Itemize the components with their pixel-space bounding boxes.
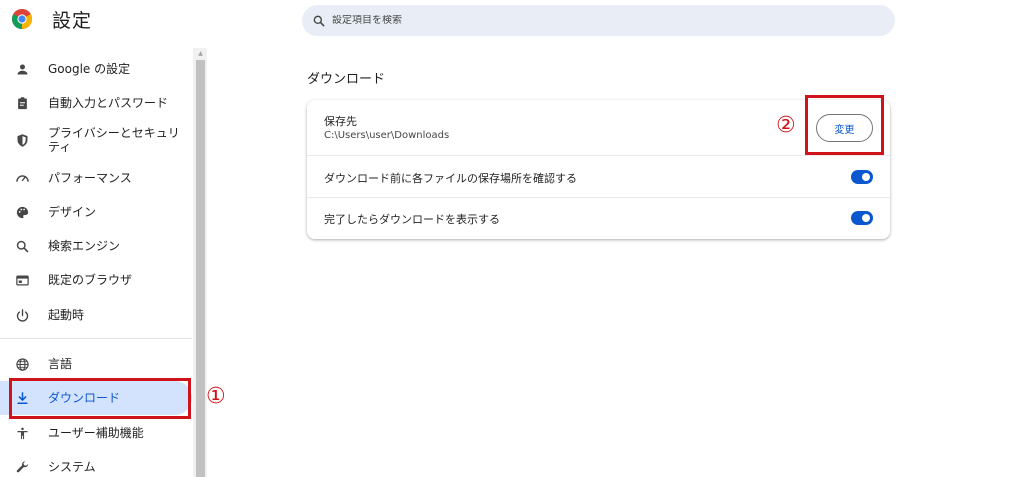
sidebar-item-performance[interactable]: パフォーマンス bbox=[0, 161, 192, 195]
annotation-marker-2: ② bbox=[776, 113, 796, 138]
sidebar-item-autofill[interactable]: 自動入力とパスワード bbox=[0, 86, 192, 120]
section-title: ダウンロード bbox=[307, 72, 386, 87]
annotation-marker-1: ① bbox=[206, 384, 226, 409]
search-bar[interactable] bbox=[302, 5, 895, 36]
toggle-knob bbox=[862, 173, 870, 181]
ask-location-label: ダウンロード前に各ファイルの保存場所を確認する bbox=[324, 172, 577, 185]
clipboard-icon bbox=[14, 95, 30, 111]
sidebar-item-label: 起動時 bbox=[48, 308, 85, 322]
download-location-row: 保存先 C:\Users\user\Downloads 変更 bbox=[307, 100, 890, 156]
annotation-box-downloads bbox=[9, 378, 191, 419]
sidebar-item-label: デザイン bbox=[48, 205, 97, 219]
shield-icon bbox=[14, 132, 30, 148]
scroll-up-arrow-icon[interactable]: ▲ bbox=[196, 48, 205, 58]
download-location-path: C:\Users\user\Downloads bbox=[324, 130, 450, 141]
palette-icon bbox=[14, 204, 30, 220]
sidebar-item-label: 自動入力とパスワード bbox=[48, 96, 169, 110]
person-icon bbox=[14, 61, 30, 77]
search-icon bbox=[313, 15, 325, 26]
sidebar-item-label: システム bbox=[48, 460, 96, 474]
sidebar-item-default-browser[interactable]: 既定のブラウザ bbox=[0, 263, 192, 297]
sidebar-item-search-engine[interactable]: 検索エンジン bbox=[0, 229, 192, 263]
globe-icon bbox=[14, 356, 30, 372]
chrome-logo-icon bbox=[12, 9, 32, 29]
show-downloads-label: 完了したらダウンロードを表示する bbox=[324, 213, 500, 226]
show-downloads-toggle[interactable] bbox=[851, 211, 873, 225]
sidebar-item-label: Google の設定 bbox=[48, 62, 131, 76]
sidebar-item-label: 検索エンジン bbox=[48, 239, 121, 253]
search-icon bbox=[14, 238, 30, 254]
sidebar-item-google-settings[interactable]: Google の設定 bbox=[0, 52, 192, 86]
sidebar-item-design[interactable]: デザイン bbox=[0, 195, 192, 229]
sidebar-item-on-startup[interactable]: 起動時 bbox=[0, 298, 192, 332]
accessibility-icon bbox=[14, 425, 30, 441]
sidebar-item-accessibility[interactable]: ユーザー補助機能 bbox=[0, 416, 192, 450]
show-downloads-row[interactable]: 完了したらダウンロードを表示する bbox=[307, 198, 890, 239]
settings-window: 設定 Google の設定 自動入力とパスワード プライバシーとセキュリティ bbox=[0, 0, 1024, 477]
toggle-knob bbox=[862, 214, 870, 222]
annotation-box-change bbox=[805, 95, 884, 155]
sidebar-item-privacy[interactable]: プライバシーとセキュリティ bbox=[0, 120, 192, 160]
download-location-label: 保存先 bbox=[324, 115, 357, 128]
browser-icon bbox=[14, 272, 30, 288]
ask-location-toggle[interactable] bbox=[851, 170, 873, 184]
sidebar-divider bbox=[0, 338, 192, 339]
sidebar-item-label: ユーザー補助機能 bbox=[48, 426, 144, 440]
wrench-icon bbox=[14, 459, 30, 475]
app-title: 設定 bbox=[52, 10, 93, 32]
ask-location-row[interactable]: ダウンロード前に各ファイルの保存場所を確認する bbox=[307, 157, 890, 198]
sidebar-item-label: 言語 bbox=[48, 357, 73, 371]
search-input[interactable] bbox=[332, 15, 852, 26]
downloads-settings-card: 保存先 C:\Users\user\Downloads 変更 ダウンロード前に各… bbox=[307, 100, 890, 239]
sidebar-scrollbar-thumb[interactable] bbox=[196, 60, 205, 477]
power-icon bbox=[14, 307, 30, 323]
sidebar-item-label: パフォーマンス bbox=[48, 171, 132, 185]
speedometer-icon bbox=[14, 170, 30, 186]
sidebar-item-label: 既定のブラウザ bbox=[48, 273, 133, 287]
sidebar-item-label: プライバシーとセキュリティ bbox=[48, 126, 180, 154]
sidebar-item-system[interactable]: システム bbox=[0, 450, 192, 477]
sidebar-item-languages[interactable]: 言語 bbox=[0, 347, 192, 381]
